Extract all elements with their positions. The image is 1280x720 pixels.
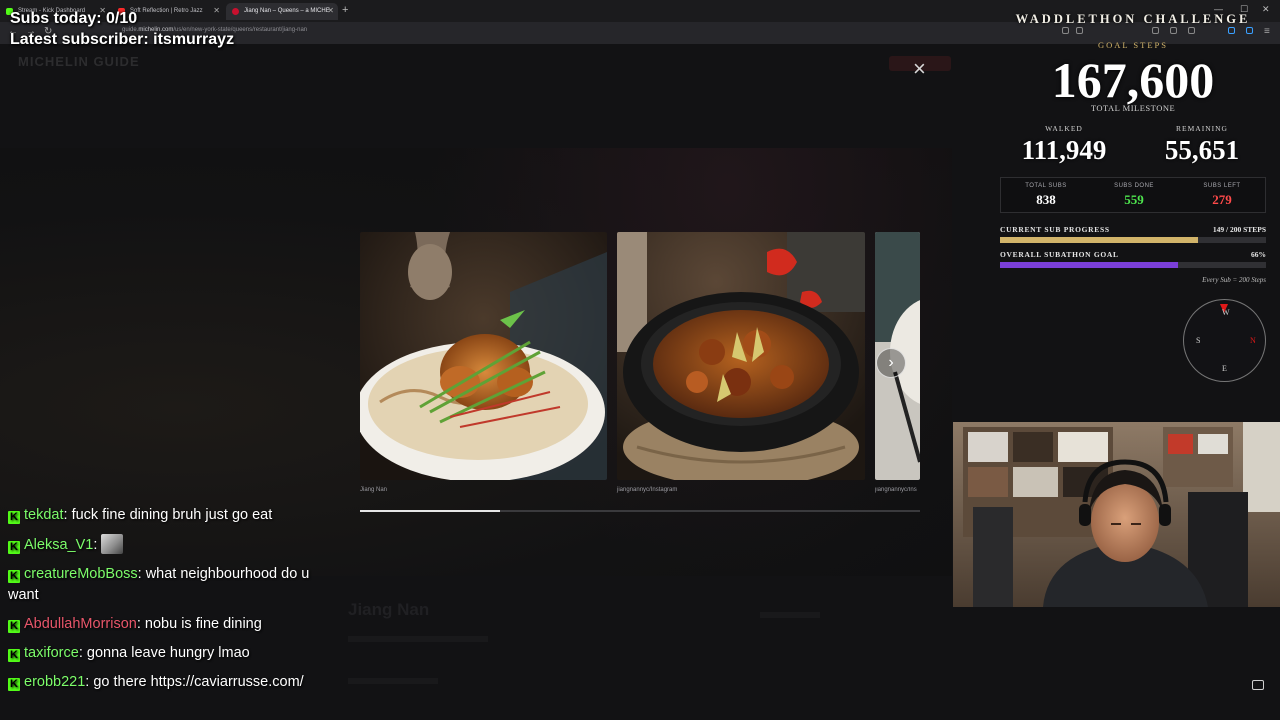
gallery-next-button[interactable]: › [876, 348, 906, 378]
chat-message: KcreatureMobBoss: what neighbourhood do … [8, 564, 338, 605]
overall-goal-fill [1000, 262, 1179, 268]
total-subs: TOTAL SUBS 838 [1025, 183, 1067, 207]
photo-caption: jiangnannyc/Instagram [617, 487, 678, 493]
extension-icon[interactable] [1246, 27, 1253, 34]
chat-bubble-icon[interactable] [1252, 680, 1264, 690]
chat-separator: : [78, 644, 87, 661]
menu-icon[interactable]: ≡ [1264, 26, 1270, 37]
profile-icon[interactable] [1170, 27, 1177, 34]
award-line [760, 612, 820, 618]
kick-badge-icon: K [8, 570, 20, 583]
chat-message: K Aleksa_V1: [8, 534, 338, 556]
chat-message: K AbdullahMorrison: nobu is fine dining [8, 614, 338, 635]
webcam-feed [953, 422, 1280, 607]
chat-text: gonna leave hungry lmao [86, 644, 250, 661]
restaurant-title: Jiang Nan [348, 600, 430, 619]
gallery-close-button[interactable]: × [913, 58, 926, 80]
bookmark-star-icon[interactable] [1076, 27, 1083, 34]
close-tab-icon[interactable]: ✕ [213, 6, 220, 15]
chat-username[interactable]: AbdullahMorrison [24, 616, 137, 632]
walked-label: WALKED [1045, 124, 1083, 133]
chat-message: Ktaxiforce: gonna leave hungry lmao [8, 643, 338, 664]
chat-message: Ktekdat: fuck fine dining bruh just go e… [8, 505, 338, 526]
overall-goal-bar [1000, 262, 1266, 268]
waddlethon-title: WADDLETHON CHALLENGE [1015, 12, 1251, 26]
chat-username[interactable]: taxiforce [24, 645, 79, 661]
chat-separator: : [137, 566, 146, 582]
compass-widget: W E S N [1183, 299, 1266, 382]
chat-panel: Ktekdat: fuck fine dining bruh just go e… [8, 505, 338, 701]
chat-separator: : [93, 537, 102, 553]
chat-text: go there https://caviarrusse.com/ [93, 673, 304, 690]
goal-steps-label: GOAL STEPS [1098, 40, 1168, 50]
kick-badge-icon: K [8, 648, 20, 662]
tab-title: Soft Reflection | Retro Jazz [130, 8, 203, 14]
photo-caption: Jiang Nan [360, 487, 388, 493]
chat-username[interactable]: creatureMobBoss [24, 566, 138, 582]
gallery-photo-braised-pork[interactable] [617, 232, 865, 480]
chat-username[interactable]: Aleksa_V1 [24, 537, 93, 553]
gallery-progress-track [360, 510, 920, 512]
site-logo: MICHELIN GUIDE [18, 54, 140, 69]
chat-text: nobu is fine dining [144, 615, 262, 632]
share-icon[interactable] [1062, 27, 1069, 34]
chat-separator: : [136, 615, 145, 632]
tab-michelin-jiang-nan[interactable]: Jiang Nan – Queens – a MICHE ✕ [226, 3, 338, 20]
latest-subscriber: Latest subscriber: itsmurrayz [10, 31, 235, 48]
subs-done: SUBS DONE 559 [1114, 183, 1154, 207]
michelin-favicon-icon [232, 8, 239, 15]
walked-value: 111,949 [1021, 135, 1107, 165]
subs-summary-box: TOTAL SUBS 838 SUBS DONE 559 SUBS LEFT 2… [1000, 177, 1266, 213]
compass-right-label: N [1250, 336, 1256, 345]
milestone-label: TOTAL MILESTONE [1090, 103, 1176, 113]
close-tab-icon[interactable]: ✕ [327, 6, 334, 15]
compass-top-label: W [1222, 308, 1230, 317]
chat-username[interactable]: tekdat [24, 507, 64, 523]
extensions-icon[interactable] [1188, 27, 1195, 34]
remaining-value: 55,651 [1164, 135, 1240, 165]
goal-steps-value: 167,600 [1051, 52, 1215, 108]
download-icon[interactable] [1152, 27, 1159, 34]
address-line [348, 636, 488, 642]
chat-username[interactable]: erobb221 [24, 674, 85, 690]
price-line [348, 678, 438, 684]
compass-left-label: S [1196, 336, 1201, 345]
chat-separator: : [63, 507, 72, 523]
kick-badge-icon: K [8, 511, 20, 524]
chat-emote-icon [101, 534, 124, 554]
current-progress-value: 149 / 200 STEPS [1212, 225, 1266, 234]
chevron-right-icon: › [888, 354, 894, 371]
new-tab-button[interactable]: + [342, 4, 348, 16]
tab-title: Jiang Nan – Queens – a MICHE [244, 8, 330, 14]
subs-today-counter: Subs today: 0/10 [10, 10, 138, 27]
gallery-photo-fried-fish[interactable] [360, 232, 607, 480]
extension-icon[interactable] [1228, 27, 1235, 34]
chat-message: Kerobb221: go there https://caviarrusse.… [8, 672, 338, 693]
kick-badge-icon: K [8, 541, 20, 554]
current-progress-bar [1000, 237, 1266, 243]
gallery-progress-fill [360, 510, 500, 512]
remaining-label: REMAINING [1176, 124, 1228, 133]
kick-badge-icon: K [8, 677, 20, 691]
chat-text: fuck fine dining bruh just go eat [71, 507, 273, 523]
subs-left: SUBS LEFT 279 [1203, 183, 1241, 207]
photo-caption: jiangnannyc/Ins [875, 487, 917, 493]
sub-rate-note: Every Sub = 200 Steps [1202, 276, 1266, 284]
overall-goal-value: 66% [1251, 250, 1266, 259]
kick-badge-icon: K [8, 619, 20, 633]
compass-bottom-label: E [1222, 364, 1227, 373]
current-progress-fill [1000, 237, 1199, 243]
